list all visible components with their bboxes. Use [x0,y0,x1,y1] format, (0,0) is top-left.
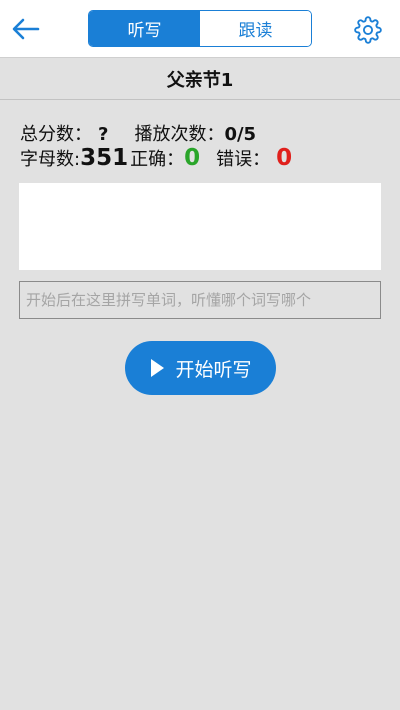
start-dictation-button[interactable]: 开始听写 [125,341,276,395]
correct-label: 正确： [130,149,185,170]
mode-segmented-control: 听写 跟读 [88,10,312,47]
stats-row-2: 字母数: 351 正确： 0 错误： 0 [20,145,390,171]
play-icon [149,358,165,378]
settings-button[interactable] [352,14,384,46]
page-title: 父亲节1 [166,69,234,91]
spelling-input[interactable] [19,281,381,319]
total-score-label: 总分数： [20,124,92,145]
back-arrow-icon [12,18,40,40]
letters-value: 351 [80,145,129,171]
play-count-value: 0/5 [224,124,257,145]
total-score-value: ? [98,124,109,145]
back-button[interactable] [8,12,44,46]
title-bar: 父亲节1 [0,58,400,100]
tab-dictation[interactable]: 听写 [89,11,200,46]
dictation-display-area [19,183,381,270]
play-count-label: 播放次数： [134,124,225,145]
letters-label: 字母数: [20,149,81,170]
correct-value: 0 [184,145,201,171]
wrong-label: 错误： [216,149,271,170]
tab-read-along[interactable]: 跟读 [200,11,311,46]
stats-row-1: 总分数： ? 播放次数： 0/5 [20,120,390,145]
stats-panel: 总分数： ? 播放次数： 0/5 字母数: 351 正确： 0 错误： 0 [20,120,390,171]
top-navbar: 听写 跟读 [0,0,400,58]
wrong-value: 0 [276,145,293,171]
start-dictation-label: 开始听写 [175,358,252,381]
gear-icon [354,16,382,44]
